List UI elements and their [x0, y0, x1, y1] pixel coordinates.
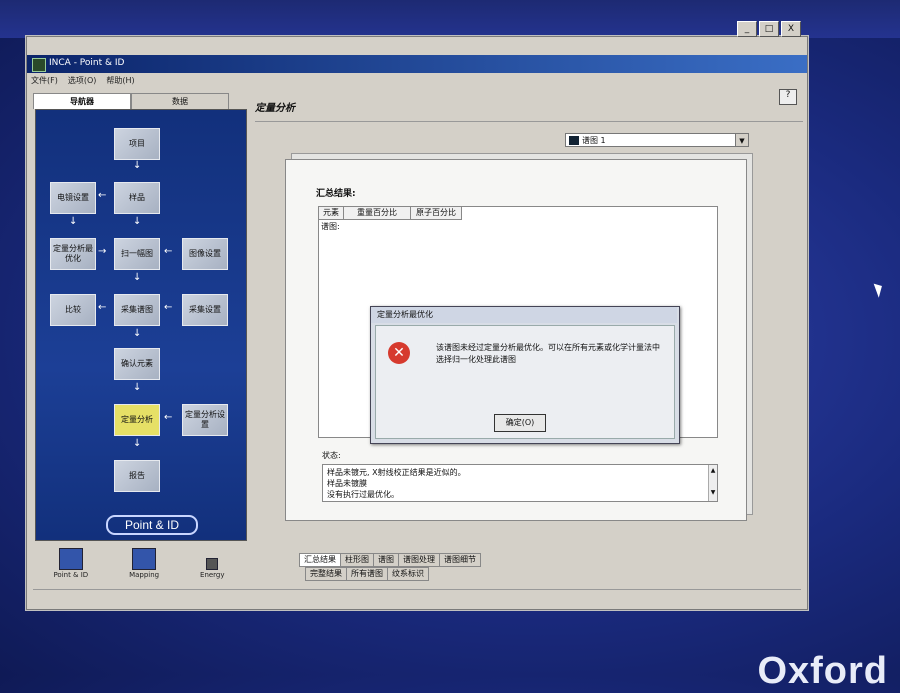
tab-data[interactable]: 数据: [131, 93, 229, 109]
nav-electron-setup[interactable]: 电镜设置: [50, 182, 96, 214]
nav-scan-image[interactable]: 扫一幅图: [114, 238, 160, 270]
column-header-element: 元素: [319, 207, 344, 220]
minimize-button[interactable]: _: [737, 21, 757, 37]
status-line: 样品未镀元, X射线校正结果是近似的。: [327, 468, 466, 477]
dialog-title[interactable]: 定量分析最优化: [371, 307, 677, 323]
app-energy-button[interactable]: Energy: [200, 558, 225, 579]
tab-spectrum[interactable]: 谱图: [373, 553, 399, 567]
tab-summary[interactable]: 汇总结果: [299, 553, 341, 567]
app-point-id-button[interactable]: Point & ID: [53, 548, 88, 579]
summary-title: 汇总结果:: [316, 189, 356, 199]
arrow-down-icon: ↓: [133, 438, 142, 449]
result-tabs-row2: 完整结果 所有谱图 纹系标识: [305, 567, 429, 581]
window-controls: _ □ X: [737, 21, 801, 37]
arrow-down-icon: ↓: [133, 328, 142, 339]
navigator-flowchart: 项目 ↓ 样品 电镜设置 ← ↓ ↓ 定量分析最优化 → 扫一幅图 ← 图像设置…: [35, 109, 247, 541]
table-cell: 谱图:: [321, 222, 340, 231]
arrow-left-icon: ←: [164, 246, 173, 257]
nav-report[interactable]: 报告: [114, 460, 160, 492]
app-mapping-button[interactable]: Mapping: [129, 548, 159, 579]
arrow-left-icon: ←: [98, 190, 107, 201]
title-bar[interactable]: INCA - Point & ID: [27, 55, 807, 73]
tab-bar-chart[interactable]: 柱形图: [340, 553, 374, 567]
status-textbox: 样品未镀元, X射线校正结果是近似的。 样品未镀膜 没有执行过最优化。 ▲ ▼: [322, 464, 718, 502]
nav-quant-optimization[interactable]: 定量分析最优化: [50, 238, 96, 270]
ok-button[interactable]: 确定(O): [494, 414, 546, 432]
arrow-down-icon: ↓: [69, 216, 78, 227]
tab-all-spectra[interactable]: 所有谱图: [346, 567, 388, 581]
arrow-left-icon: ←: [164, 302, 173, 313]
nav-compare[interactable]: 比较: [50, 294, 96, 326]
nav-acquire-spectrum[interactable]: 采集谱图: [114, 294, 160, 326]
dialog-message: 该谱图未经过定量分析最优化。可以在所有元素或化学计量法中选择归一化处理此谱图: [436, 343, 660, 364]
column-header-weight: 重量百分比: [344, 207, 411, 220]
status-line: 没有执行过最优化。: [327, 490, 399, 499]
dropdown-icon: [206, 558, 219, 570]
error-icon: ✕: [388, 342, 410, 364]
maximize-button[interactable]: □: [759, 21, 779, 37]
divider: [255, 121, 803, 122]
point-id-logo: Point & ID: [106, 515, 198, 535]
window-title: INCA - Point & ID: [49, 58, 125, 68]
app-energy-label: Energy: [200, 571, 225, 579]
optimization-dialog: 定量分析最优化 ✕ 该谱图未经过定量分析最优化。可以在所有元素或化学计量法中选择…: [370, 306, 680, 444]
nav-confirm-elements[interactable]: 确认元素: [114, 348, 160, 380]
chevron-down-icon[interactable]: ▼: [735, 134, 748, 146]
spectrum-selector-value: 谱图 1: [582, 136, 606, 145]
arrow-down-icon: ↓: [133, 382, 142, 393]
nav-image-setup[interactable]: 图像设置: [182, 238, 228, 270]
help-button[interactable]: ?: [779, 89, 797, 105]
page-title: 定量分析: [255, 103, 295, 114]
tab-navigator[interactable]: 导航器: [33, 93, 131, 109]
app-point-id-label: Point & ID: [53, 571, 89, 579]
tab-spectrum-details[interactable]: 谱图细节: [439, 553, 481, 567]
panel-tabs: 导航器 数据: [33, 93, 229, 109]
mapping-icon: [132, 548, 157, 570]
menu-bar: 文件(F) 选项(O) 帮助(H): [31, 75, 135, 89]
nav-sample[interactable]: 样品: [114, 182, 160, 214]
result-tabs: 汇总结果 柱形图 谱图 谱图处理 谱图细节: [299, 553, 481, 567]
menu-help[interactable]: 帮助(H): [106, 75, 134, 89]
arrow-right-icon: →: [98, 246, 107, 257]
navigator-panel: 导航器 数据 项目 ↓ 样品 电镜设置 ← ↓ ↓ 定量分析最优化 → 扫一幅图…: [33, 93, 251, 579]
status-line: 样品未镀膜: [327, 479, 367, 488]
spectrum-icon: [569, 136, 579, 145]
app-mapping-label: Mapping: [129, 571, 160, 579]
arrow-left-icon: ←: [164, 412, 173, 423]
point-id-icon: [58, 548, 83, 570]
arrow-down-icon: ↓: [133, 160, 142, 171]
menu-file[interactable]: 文件(F): [31, 75, 58, 89]
menu-options[interactable]: 选项(O): [68, 75, 97, 89]
arrow-left-icon: ←: [98, 302, 107, 313]
tab-spectrum-processing[interactable]: 谱图处理: [398, 553, 440, 567]
nav-quant-setup[interactable]: 定量分析设置: [182, 404, 228, 436]
tab-full-results[interactable]: 完整结果: [305, 567, 347, 581]
column-header-atomic: 原子百分比: [411, 207, 462, 220]
app-icon: [32, 58, 46, 72]
status-bar: [33, 589, 801, 604]
arrow-down-icon: ↓: [133, 216, 142, 227]
arrow-down-icon: ↓: [133, 272, 142, 283]
tab-line-id[interactable]: 纹系标识: [387, 567, 429, 581]
nav-acquire-setup[interactable]: 采集设置: [182, 294, 228, 326]
spectrum-selector[interactable]: 谱图 1 ▼: [565, 133, 749, 147]
close-button[interactable]: X: [781, 21, 801, 37]
dialog-body: ✕ 该谱图未经过定量分析最优化。可以在所有元素或化学计量法中选择归一化处理此谱图…: [375, 325, 675, 439]
brand-text: Oxford: [757, 650, 888, 692]
nav-project[interactable]: 项目: [114, 128, 160, 160]
application-switcher: Point & ID Mapping Energy: [33, 543, 245, 579]
mouse-cursor-icon: [873, 281, 886, 298]
status-scrollbar[interactable]: ▲ ▼: [708, 465, 717, 501]
status-label: 状态:: [322, 451, 341, 460]
nav-quant-analysis[interactable]: 定量分析: [114, 404, 160, 436]
